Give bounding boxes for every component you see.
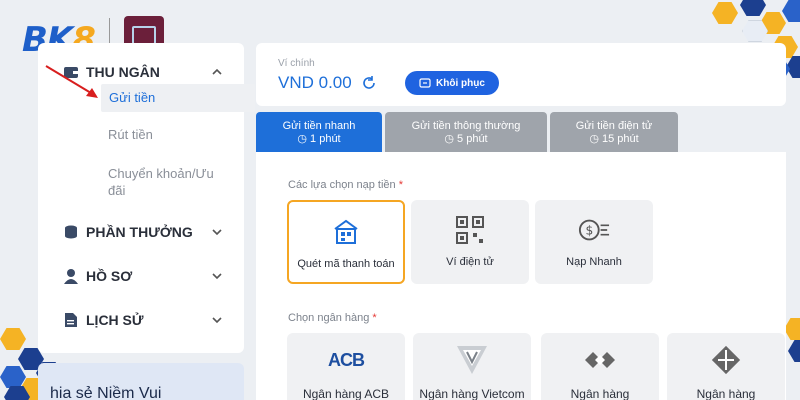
sidebar-item-deposit[interactable]: Gửi tiền (101, 84, 255, 112)
option-e-wallet[interactable]: Ví điện tử (411, 200, 529, 284)
bank-other[interactable]: Ngân hàng (667, 333, 785, 400)
sidebar-section-rewards[interactable]: PHẦN THƯỞNG (62, 223, 222, 241)
bank-label: Ngân hàng (570, 387, 630, 400)
option-label: Quét mã thanh toán (297, 258, 395, 270)
sidebar-section-profile[interactable]: HỒ SƠ (62, 267, 222, 285)
wallet-label: Ví chính (278, 58, 315, 69)
chevron-down-icon[interactable] (212, 271, 222, 281)
restore-button-label: Khôi phục (436, 77, 485, 89)
sidebar-section-history[interactable]: LỊCH SỬ (62, 311, 222, 329)
deposit-options-title: Các lựa chọn nạp tiền * (288, 179, 403, 191)
option-qr-scan[interactable]: Quét mã thanh toán (287, 200, 405, 284)
qr-scan-icon (330, 216, 362, 248)
sidebar-item-label: Gửi tiền (109, 90, 156, 105)
document-icon (62, 311, 80, 329)
chevron-up-icon[interactable] (212, 67, 222, 77)
tab-label: Gửi tiền thông thường (411, 120, 521, 132)
vietcombank-icon (455, 343, 489, 377)
sidebar-item-label: Chuyển khoản/Ưu đãi (108, 166, 214, 198)
wallet-card: Ví chính VND 0.00 Khôi phục (256, 43, 786, 106)
tab-label: Gửi tiền nhanh (282, 120, 356, 132)
option-fast-deposit[interactable]: $ Nạp Nhanh (535, 200, 653, 284)
bank-acb[interactable]: ACB Ngân hàng ACB (287, 333, 405, 400)
bank-diamond-icon (710, 343, 742, 377)
tab-label: Gửi tiền điện tử (575, 120, 653, 132)
option-label: Ví điện tử (446, 256, 494, 268)
tab-time: ◷ 15 phút (589, 133, 639, 145)
coins-icon (62, 223, 80, 241)
techcombank-icon (583, 343, 617, 377)
tab-crypto-deposit[interactable]: Gửi tiền điện tử ◷ 15 phút (550, 112, 678, 152)
bank-techcombank[interactable]: Ngân hàng (541, 333, 659, 400)
sidebar-item-label: Rút tiền (108, 127, 153, 142)
chevron-down-icon[interactable] (212, 227, 222, 237)
refresh-icon[interactable] (361, 75, 377, 91)
sidebar-item-withdraw[interactable]: Rút tiền (108, 127, 153, 142)
share-joy-banner[interactable]: hia sẻ Niềm Vui (38, 363, 244, 400)
bank-label: Ngân hàng (696, 387, 756, 400)
sidebar-section-label: LỊCH SỬ (86, 312, 144, 328)
sidebar-section-label: PHẦN THƯỞNG (86, 224, 193, 240)
bank-label: Ngân hàng Vietcom (419, 387, 525, 400)
option-label: Nạp Nhanh (566, 256, 622, 268)
restore-button[interactable]: Khôi phục (405, 71, 499, 95)
share-banner-text: hia sẻ Niềm Vui (50, 385, 162, 400)
annotation-arrow-icon (45, 65, 98, 98)
tab-fast-deposit[interactable]: Gửi tiền nhanh ◷ 1 phút (256, 112, 382, 152)
qr-code-icon (454, 214, 486, 246)
sidebar-item-transfer[interactable]: Chuyển khoản/Ưu đãi (108, 165, 218, 199)
bank-label: Ngân hàng ACB (302, 387, 390, 400)
wallet-restore-icon (419, 78, 431, 88)
chevron-down-icon[interactable] (212, 315, 222, 325)
svg-text:$: $ (586, 224, 594, 238)
bank-select-title: Chọn ngân hàng * (288, 312, 377, 324)
acb-logo: ACB (328, 349, 365, 370)
sidebar-section-label: HỒ SƠ (86, 268, 133, 284)
tab-time: ◷ 1 phút (297, 133, 341, 145)
tab-regular-deposit[interactable]: Gửi tiền thông thường ◷ 5 phút (385, 112, 547, 152)
bank-vietcombank[interactable]: Ngân hàng Vietcom (413, 333, 531, 400)
tab-time: ◷ 5 phút (444, 133, 488, 145)
user-icon (62, 267, 80, 285)
fast-coin-icon: $ (578, 214, 610, 246)
wallet-balance: VND 0.00 (278, 73, 352, 92)
